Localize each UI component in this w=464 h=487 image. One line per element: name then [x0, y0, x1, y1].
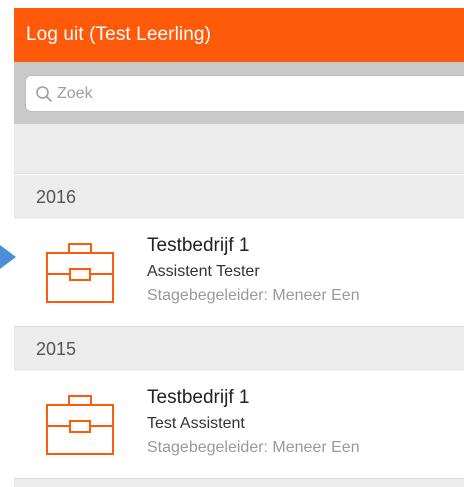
toolbar-band — [14, 124, 464, 174]
supervisor-label: Stagebegeleider: Meneer Een — [147, 439, 360, 456]
internship-list-item[interactable]: Testbedrijf 1 Assistent Tester Stagebege… — [14, 219, 464, 327]
app-header[interactable]: Log uit (Test Leerling) — [14, 8, 464, 62]
search-bar — [14, 62, 464, 124]
item-text: Testbedrijf 1 Assistent Tester Stagebege… — [147, 233, 360, 307]
internship-list-item[interactable]: Testbedrijf 1 Test Assistent Stagebegele… — [14, 371, 464, 479]
search-icon — [36, 85, 52, 102]
item-text: Testbedrijf 1 Test Assistent Stagebegele… — [147, 385, 360, 459]
logout-link[interactable]: Log uit (Test Leerling) — [26, 24, 211, 46]
section-header-2015: 2015 — [14, 327, 464, 371]
pointer-arrow-icon — [0, 245, 16, 269]
bottom-band — [14, 479, 464, 487]
search-field[interactable] — [25, 75, 464, 112]
internship-role: Test Assistent — [147, 415, 245, 432]
company-name: Testbedrijf 1 — [147, 235, 250, 256]
section-header-2016: 2016 — [14, 175, 464, 219]
search-input[interactable] — [57, 84, 437, 103]
internship-role: Assistent Tester — [147, 263, 260, 280]
company-name: Testbedrijf 1 — [147, 387, 250, 408]
briefcase-icon — [46, 243, 114, 303]
briefcase-icon — [46, 395, 114, 455]
screen: Log uit (Test Leerling) 2016 Testbedrijf… — [0, 0, 464, 487]
supervisor-label: Stagebegeleider: Meneer Een — [147, 287, 360, 304]
